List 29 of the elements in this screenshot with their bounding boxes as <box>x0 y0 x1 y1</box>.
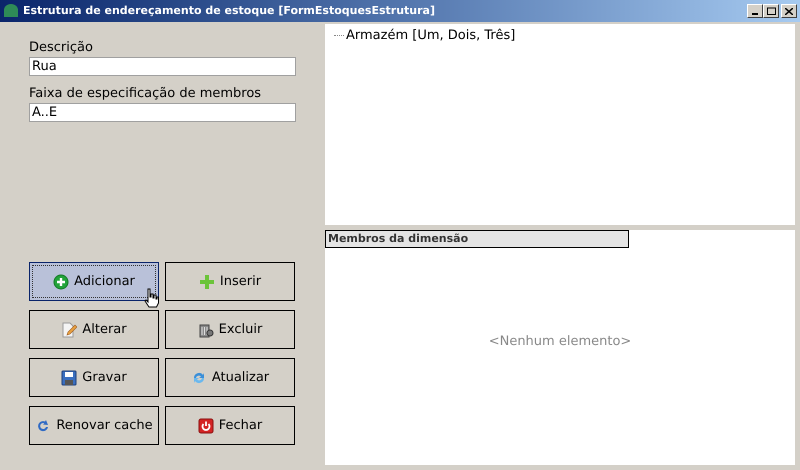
action-button[interactable]: Inserir <box>165 262 295 301</box>
field-label: Faixa de especificação de membros <box>29 86 262 102</box>
text-field[interactable]: A..E <box>29 103 296 122</box>
pencil-document-icon <box>61 322 78 338</box>
tree-item[interactable]: Armazém [Um, Dois, Três] <box>346 26 516 46</box>
action-button[interactable]: Fechar <box>165 406 295 445</box>
action-button[interactable]: Renovar cache <box>29 406 159 445</box>
hand-cursor-icon <box>143 288 159 308</box>
action-button[interactable]: Alterar <box>29 310 159 349</box>
plus-icon <box>198 274 215 290</box>
action-button[interactable]: Atualizar <box>165 358 295 397</box>
power-icon <box>198 418 214 434</box>
trash-can-icon <box>198 322 214 338</box>
plus-circle-icon <box>53 274 70 290</box>
action-button[interactable]: Adicionar <box>29 262 159 301</box>
field-label: Descrição <box>29 40 94 56</box>
app-icon <box>3 3 19 19</box>
action-button[interactable]: Excluir <box>165 310 295 349</box>
empty-message: <Nenhum elemento> <box>488 332 632 351</box>
minimize-icon <box>752 13 758 15</box>
close-icon <box>785 8 793 14</box>
maximize-icon <box>766 7 776 15</box>
close-button[interactable] <box>781 4 797 18</box>
maximize-button[interactable] <box>763 4 779 18</box>
text-field[interactable]: Rua <box>29 57 296 76</box>
window-title: Estrutura de endereçamento de estoque [FormEstoquesEstrutura] <box>23 2 436 19</box>
panel-header: Membros da dimensão <box>325 230 629 248</box>
action-button[interactable]: Gravar <box>29 358 159 397</box>
minimize-button[interactable] <box>747 4 763 18</box>
